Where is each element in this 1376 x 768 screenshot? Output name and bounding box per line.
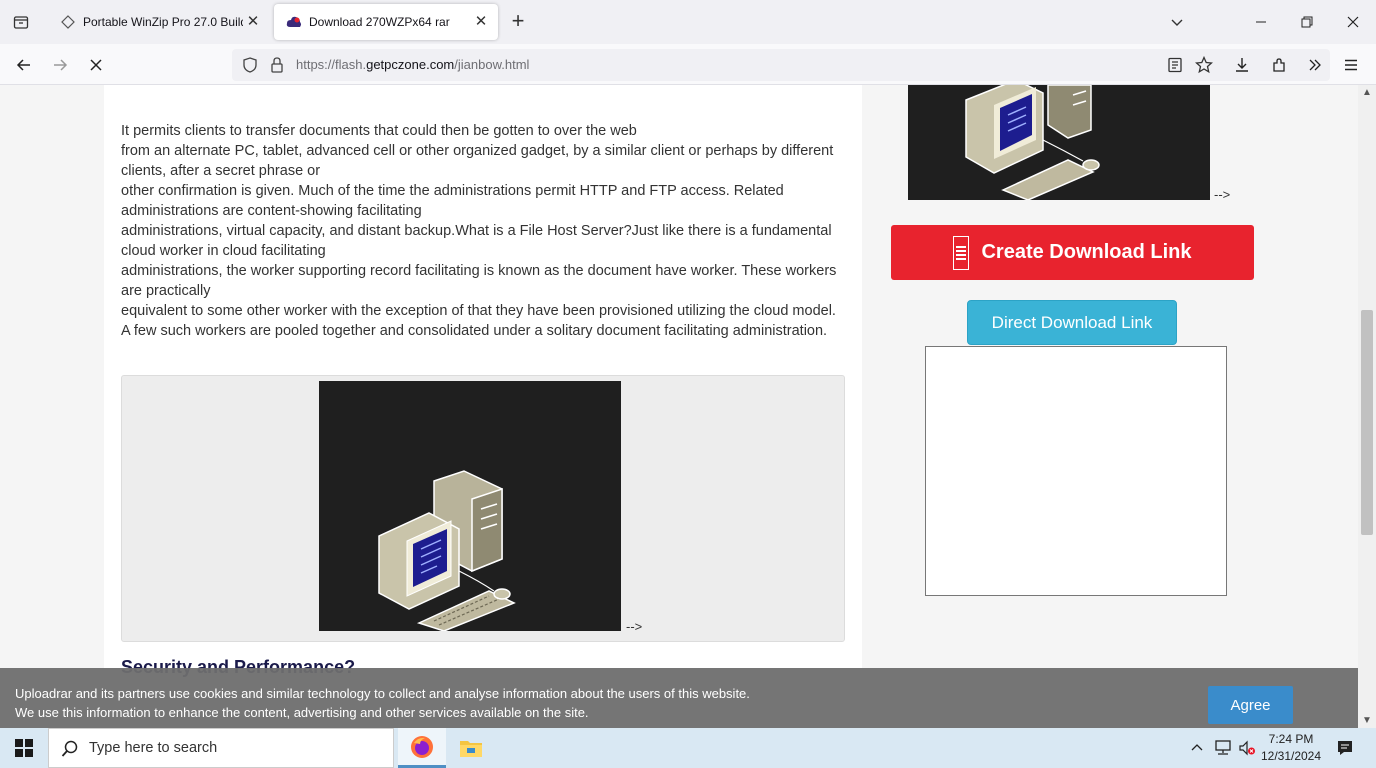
tab-download[interactable]: Download 270WZPx64 rar ✕ [274, 4, 498, 40]
image-container: --> [121, 375, 845, 642]
cloud-site-icon [286, 14, 302, 30]
taskbar-file-explorer[interactable] [447, 728, 495, 768]
start-button[interactable] [0, 728, 48, 768]
network-icon [1215, 740, 1231, 755]
reader-view-icon[interactable] [1167, 57, 1183, 73]
close-icon [1347, 16, 1359, 28]
cookie-line: Uploadrar and its partners use cookies a… [15, 686, 750, 701]
downloads-button[interactable] [1227, 50, 1257, 80]
restore-icon [1301, 16, 1313, 28]
main-content: It permits clients to transfer documents… [104, 85, 862, 728]
navigation-bar: https://flash.getpczone.com/jianbow.html [0, 44, 1376, 85]
file-icon [953, 235, 970, 270]
html-comment-text: --> [1214, 187, 1231, 202]
volume-tray-button[interactable] [1236, 728, 1258, 768]
restore-button[interactable] [1284, 0, 1330, 44]
create-download-link-button[interactable]: Create Download Link [891, 225, 1254, 280]
action-center-button[interactable] [1332, 728, 1358, 768]
taskbar-clock[interactable]: 7:24 PM 12/31/2024 [1256, 731, 1326, 765]
minimize-icon [1256, 21, 1266, 23]
puzzle-icon [1273, 58, 1285, 72]
direct-download-link-button[interactable]: Direct Download Link [967, 300, 1177, 345]
tab-title: Download 270WZPx64 rar [309, 15, 450, 29]
ad-placeholder [925, 346, 1227, 596]
hamburger-menu-icon [1345, 59, 1357, 71]
paragraph-line: It permits clients to transfer documents… [121, 123, 637, 139]
double-chevron-right-icon [1309, 59, 1321, 71]
close-tab-icon[interactable]: ✕ [244, 13, 262, 31]
clock-time: 7:24 PM [1268, 732, 1314, 746]
create-download-link-label: Create Download Link [981, 241, 1192, 263]
tab-list-icon [13, 16, 29, 29]
new-tab-button[interactable]: + [506, 10, 530, 34]
scroll-down-icon[interactable]: ▼ [1362, 715, 1372, 726]
page-scrollbar[interactable]: ▲ ▼ [1358, 85, 1376, 728]
shield-icon [243, 57, 257, 73]
cookie-consent-bar: Uploadrar and its partners use cookies a… [0, 668, 1358, 728]
cookie-message: Uploadrar and its partners use cookies a… [15, 684, 750, 722]
show-hidden-icons-button[interactable] [1188, 728, 1206, 768]
article-text: It permits clients to transfer documents… [121, 121, 841, 341]
chevron-down-icon [1171, 19, 1183, 26]
paragraph-line: equivalent to some other worker with the… [121, 303, 836, 339]
lock-icon [271, 57, 283, 73]
computer-illustration [319, 381, 621, 632]
clock-date: 12/31/2024 [1260, 749, 1322, 763]
search-placeholder: Type here to search [89, 740, 218, 756]
app-menu-button[interactable] [1336, 50, 1366, 80]
sidebar-computer-illustration [908, 85, 1210, 200]
search-icon [61, 740, 78, 757]
taskbar-search-box[interactable]: Type here to search [48, 728, 394, 768]
stop-loading-button[interactable] [81, 50, 111, 80]
forward-button[interactable] [45, 50, 75, 80]
paragraph-line: other confirmation is given. Much of the… [121, 183, 784, 219]
firefox-icon [411, 735, 433, 758]
windows-taskbar: Type here to search 7:24 PM 12/31/2024 [0, 728, 1376, 768]
network-tray-button[interactable] [1212, 728, 1234, 768]
taskbar-firefox[interactable] [398, 728, 446, 768]
url-text[interactable]: https://flash.getpczone.com/jianbow.html [296, 57, 529, 72]
tab-title: Portable WinZip Pro 27.0 Build [83, 15, 243, 29]
minimize-button[interactable] [1238, 0, 1284, 44]
arrow-left-icon [16, 59, 30, 71]
close-tab-icon[interactable]: ✕ [472, 13, 490, 31]
generic-site-icon [60, 14, 76, 30]
url-path: /jianbow.html [454, 57, 530, 72]
folder-icon [460, 741, 482, 757]
cookie-line: We use this information to enhance the c… [15, 705, 589, 720]
page-viewport: It permits clients to transfer documents… [0, 85, 1358, 728]
back-button[interactable] [9, 50, 39, 80]
notification-icon [1338, 741, 1352, 755]
tab-winzip[interactable]: Portable WinZip Pro 27.0 Build ✕ [48, 4, 270, 40]
paragraph-line: administrations, virtual capacity, and d… [121, 223, 832, 259]
stop-icon [90, 59, 102, 71]
scroll-up-icon[interactable]: ▲ [1362, 87, 1372, 98]
bookmark-star-icon[interactable] [1195, 56, 1213, 74]
tab-strip: Portable WinZip Pro 27.0 Build ✕ Downloa… [0, 0, 1376, 44]
address-bar[interactable]: https://flash.getpczone.com/jianbow.html [232, 49, 1330, 81]
overflow-menu-button[interactable] [1300, 50, 1330, 80]
agree-button[interactable]: Agree [1208, 686, 1293, 724]
direct-download-link-label: Direct Download Link [991, 312, 1153, 332]
download-icon [1236, 58, 1248, 72]
paragraph-line: administrations, the worker supporting r… [121, 263, 837, 299]
arrow-right-icon [54, 59, 68, 71]
html-comment-text: --> [626, 619, 643, 634]
url-prefix: https://flash. [296, 57, 367, 72]
scrollbar-thumb[interactable] [1361, 310, 1373, 535]
paragraph-line: from an alternate PC, tablet, advanced c… [121, 143, 834, 179]
tab-list-button[interactable] [0, 0, 42, 44]
list-all-tabs-button[interactable] [1154, 0, 1200, 44]
windows-logo-icon [15, 739, 33, 757]
volume-muted-icon [1239, 740, 1255, 756]
url-domain: getpczone.com [366, 57, 455, 72]
chevron-up-icon [1191, 744, 1203, 751]
close-window-button[interactable] [1330, 0, 1376, 44]
extensions-button[interactable] [1264, 50, 1294, 80]
